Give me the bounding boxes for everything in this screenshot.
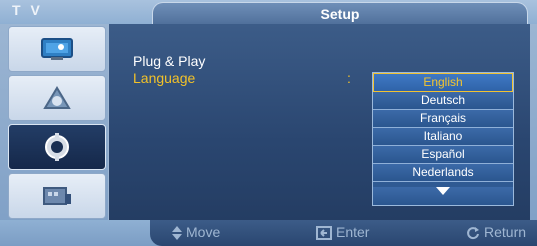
language-option-english[interactable]: English [373, 73, 513, 92]
down-arrow-icon [436, 187, 450, 195]
language-option-deutsch[interactable]: Deutsch [373, 92, 513, 110]
return-hint: Return [466, 224, 526, 240]
enter-label: Enter [336, 224, 370, 240]
sidebar-item-input[interactable] [8, 173, 106, 219]
header-bar: T V Setup [0, 0, 537, 25]
input-icon [43, 187, 71, 205]
move-hint: Move [172, 224, 221, 241]
footer-bar: Move Enter Return [0, 220, 537, 246]
move-label: Move [186, 224, 221, 240]
tv-label: T V [12, 2, 43, 18]
language-option-nederlands[interactable]: Nederlands [373, 164, 513, 182]
return-icon [467, 227, 479, 240]
language-option-francais[interactable]: Français [373, 110, 513, 128]
menu-title: Setup [152, 2, 528, 25]
sidebar-item-sound[interactable] [8, 75, 106, 121]
category-sidebar [8, 26, 106, 220]
sidebar-item-picture[interactable] [8, 26, 106, 72]
sound-icon [43, 86, 71, 109]
language-option-espanol[interactable]: Español [373, 146, 513, 164]
setup-panel: Plug & Play Language : English Deutsch F… [108, 24, 530, 220]
language-dropdown[interactable]: English Deutsch Français Italiano Españo… [372, 72, 514, 206]
setup-gear-icon [45, 133, 69, 161]
language-option-italiano[interactable]: Italiano [373, 128, 513, 146]
scroll-down-button[interactable] [373, 187, 513, 205]
return-label: Return [484, 224, 527, 240]
tv-osd-frame: T V Setup Plug & Play Language: English… [0, 0, 537, 246]
menu-item-plug-and-play[interactable]: Plug & Play [133, 53, 205, 69]
enter-icon [316, 226, 332, 241]
enter-hint: Enter [316, 224, 370, 241]
sidebar-item-setup[interactable] [8, 124, 106, 170]
menu-item-language[interactable]: Language [133, 70, 195, 86]
picture-icon [41, 38, 73, 60]
move-arrows-icon [172, 226, 182, 241]
footer-hints: Move Enter Return [150, 220, 537, 246]
language-colon: : [347, 70, 351, 86]
